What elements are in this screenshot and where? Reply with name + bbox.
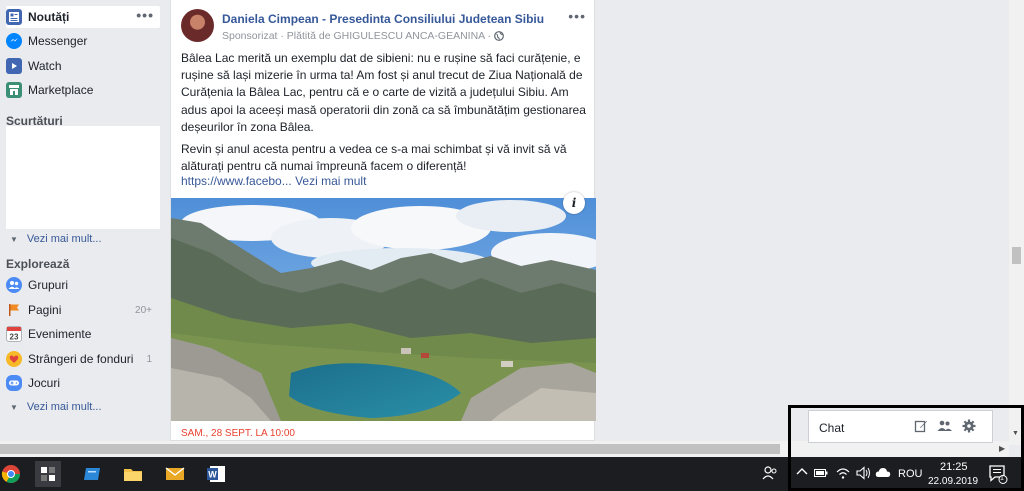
messenger-icon [6,33,22,49]
post-options-icon[interactable]: ••• [568,8,586,24]
pages-flag-icon [6,302,22,318]
chat-label: Chat [819,421,845,435]
scroll-right-arrow-icon[interactable]: ▶ [999,444,1005,453]
sidebar-item-watch[interactable]: Watch [6,55,160,77]
create-group-icon[interactable] [937,419,953,435]
event-date: SAM., 28 SEPT. LA 10:00 [181,428,295,439]
groups-icon [6,277,22,293]
sidebar-item-messenger[interactable]: Messenger [6,30,160,52]
sponsored-post: Daniela Cimpean - Presedinta Consiliului… [170,0,596,441]
onedrive-cloud-icon[interactable] [875,466,891,481]
see-more-label: Vezi mai mult... [26,401,102,413]
volume-icon[interactable] [856,466,872,483]
left-sidebar: Noutăți ••• Messenger Watch Marketplace … [0,0,163,440]
gear-icon[interactable] [961,419,977,435]
post-image-mountain-lake[interactable] [171,198,596,421]
sidebar-item-label: Messenger [28,34,88,48]
news-feed-icon [6,9,22,25]
item-count: 20+ [135,304,152,316]
see-more-post-link[interactable]: Vezi mai mult [295,174,366,188]
vertical-scrollbar[interactable] [1009,0,1024,445]
sidebar-item-label: Grupuri [28,278,69,292]
new-message-icon[interactable] [913,419,929,435]
sidebar-item-games[interactable]: Jocuri [6,372,160,394]
sidebar-item-events[interactable]: 23 Evenimente [6,323,160,345]
input-language[interactable]: ROU [898,468,922,480]
chat-bar[interactable]: Chat [808,410,993,443]
fundraiser-icon [6,351,22,367]
wifi-icon[interactable] [836,466,850,483]
action-center-icon[interactable]: 1 [988,464,1008,487]
sidebar-item-pages[interactable]: Pagini 20+ [6,299,160,321]
see-more-shortcuts-link[interactable]: ▼ Vezi mai mult... [10,233,102,245]
svg-text:W: W [208,470,217,480]
chrome-taskbar-icon[interactable] [0,458,22,490]
vertical-scroll-thumb[interactable] [1012,247,1021,264]
task-view-taskbar-icon[interactable] [35,461,61,487]
scroll-down-arrow-icon[interactable]: ▼ [1012,430,1019,437]
sidebar-item-label: Marketplace [28,83,94,97]
store-taskbar-icon[interactable] [80,461,106,487]
games-controller-icon [6,375,22,391]
sidebar-item-label: Strângeri de fonduri [28,352,134,366]
author-avatar[interactable] [181,9,214,42]
explore-heading: Explorează [6,257,70,271]
post-author-link[interactable]: Daniela Cimpean - Presedinta Consiliului… [222,12,544,26]
info-button[interactable]: i [563,192,585,214]
sidebar-item-groups[interactable]: Grupuri [6,274,160,296]
more-options-icon[interactable]: ••• [136,7,154,23]
battery-icon[interactable] [814,468,828,481]
chevron-down-icon: ▼ [10,402,18,412]
post-paragraph: Bâlea Lac merită un exemplu dat de sibie… [181,51,586,134]
sidebar-item-news-feed[interactable]: Noutăți ••• [6,6,160,28]
sidebar-item-fundraisers[interactable]: Strângeri de fonduri 1 [6,348,160,370]
sidebar-item-label: Evenimente [28,327,92,341]
sidebar-item-label: Noutăți [28,10,70,24]
paid-by-label[interactable]: Plătită de GHIGULESCU ANCA-GEANINA [287,30,485,42]
svg-text:23: 23 [10,333,19,342]
show-hidden-icons-chevron-icon[interactable] [796,466,808,479]
clock-date[interactable]: 22.09.2019 [928,476,978,487]
word-taskbar-icon[interactable]: W [203,461,229,487]
people-icon[interactable] [762,465,778,484]
notification-count: 1 [1000,475,1004,482]
sidebar-item-label: Watch [28,59,62,73]
post-meta: Sponsorizat · Plătită de GHIGULESCU ANCA… [222,30,504,44]
see-more-explore-link[interactable]: ▼ Vezi mai mult... [10,401,102,413]
globe-icon [494,31,504,44]
calendar-icon: 23 [6,326,22,342]
item-count: 1 [146,353,152,365]
sidebar-item-label: Jocuri [28,376,61,390]
sidebar-item-label: Pagini [28,303,62,317]
clock-time[interactable]: 21:25 [940,461,968,473]
chevron-down-icon: ▼ [10,234,18,244]
horizontal-scroll-thumb[interactable] [0,444,780,454]
post-paragraph: Revin și anul acesta pentru a vedea ce s… [181,142,567,174]
post-link-row: https://www.facebo... Vezi mai mult [181,174,366,188]
marketplace-icon [6,82,22,98]
watch-icon [6,58,22,74]
post-url-link[interactable]: https://www.facebo... [181,174,292,188]
sidebar-item-marketplace[interactable]: Marketplace [6,79,160,101]
mail-taskbar-icon[interactable] [162,461,188,487]
sponsored-label[interactable]: Sponsorizat [222,30,277,42]
see-more-label: Vezi mai mult... [26,233,102,245]
shortcuts-list [6,126,160,229]
post-body: Bâlea Lac merită un exemplu dat de sibie… [181,50,591,180]
file-explorer-taskbar-icon[interactable] [120,461,146,487]
